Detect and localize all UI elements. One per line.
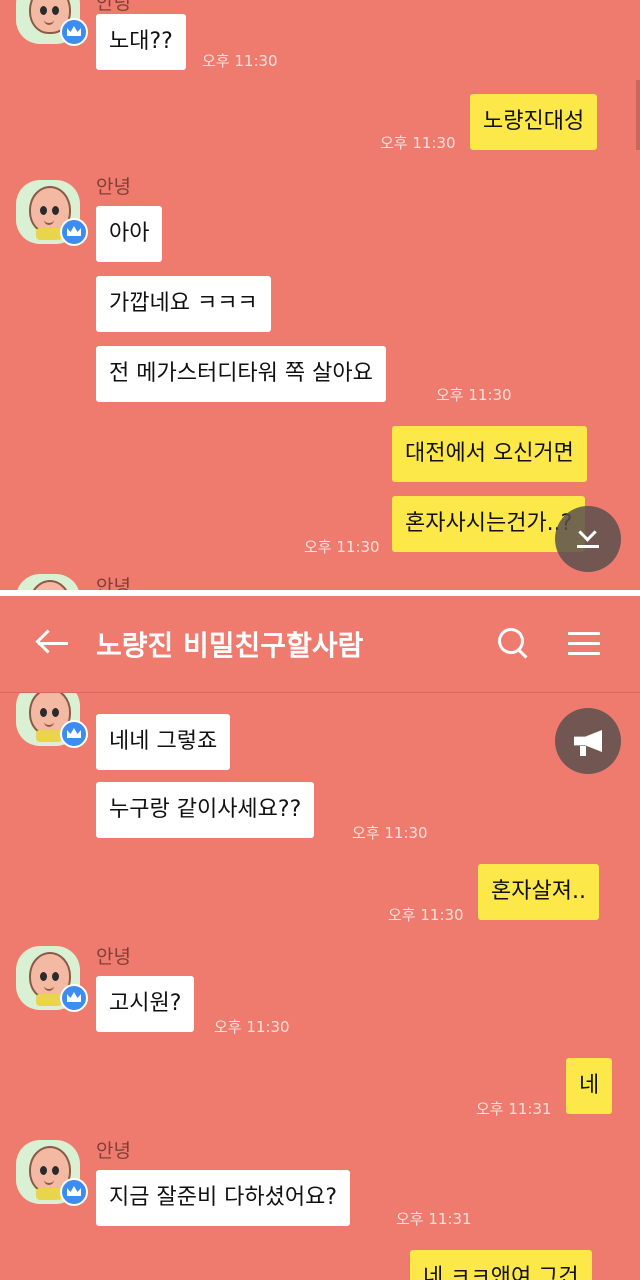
message-outgoing[interactable]: 네 xyxy=(566,1058,613,1114)
chat-screen-bottom[interactable]: 노량진 비밀친구할사람 네네 그렇죠 누구랑 같이사세요?? 오후 11:30 … xyxy=(0,596,640,1280)
message-incoming[interactable]: 노대?? xyxy=(96,14,186,70)
partner-avatar[interactable] xyxy=(16,180,88,246)
search-icon[interactable] xyxy=(496,626,532,662)
message-incoming[interactable]: 고시원? xyxy=(96,976,195,1032)
message-time: 오후 11:31 xyxy=(396,1210,472,1228)
notice-button[interactable] xyxy=(555,708,621,774)
crown-badge-icon xyxy=(60,1178,88,1206)
message-time: 오후 11:31 xyxy=(476,1100,552,1118)
message-outgoing[interactable]: 노량진대성 xyxy=(470,94,598,150)
sender-name: 안녕 xyxy=(96,176,131,198)
message-incoming[interactable]: 가깝네요 ㅋㅋㅋ xyxy=(96,276,271,332)
chat-screen-top[interactable]: 안녕 노대?? 오후 11:30 노량진대성 오후 11:30 안녕 아아 가깝… xyxy=(0,0,640,590)
chat-room-title: 노량진 비밀친구할사람 xyxy=(96,629,364,662)
message-time: 오후 11:30 xyxy=(388,906,464,924)
scroll-indicator xyxy=(636,80,640,150)
crown-badge-icon xyxy=(60,720,88,748)
sender-name: 안녕 xyxy=(96,576,131,590)
message-incoming[interactable]: 아아 xyxy=(96,206,163,262)
scroll-down-icon xyxy=(577,526,599,548)
message-outgoing[interactable]: 네 ㅋㅋ앤여 그건 xyxy=(410,1250,592,1280)
message-outgoing[interactable]: 혼자살져.. xyxy=(478,864,599,920)
message-incoming[interactable]: 전 메가스터디타워 쪽 살아요 xyxy=(96,346,386,402)
sender-name: 안녕 xyxy=(96,946,131,968)
message-incoming[interactable]: 지금 잘준비 다하셨어요? xyxy=(96,1170,351,1226)
message-time: 오후 11:30 xyxy=(214,1018,290,1036)
message-incoming[interactable]: 누구랑 같이사세요?? xyxy=(96,782,315,838)
chat-header: 노량진 비밀친구할사람 xyxy=(0,596,640,693)
scroll-to-bottom-button[interactable] xyxy=(555,506,621,572)
message-incoming[interactable]: 네네 그렇죠 xyxy=(96,714,231,770)
partner-avatar[interactable] xyxy=(16,0,88,46)
megaphone-icon xyxy=(574,730,602,752)
partner-avatar[interactable] xyxy=(16,1140,88,1206)
message-time: 오후 11:30 xyxy=(352,824,428,842)
partner-avatar[interactable] xyxy=(16,574,80,590)
message-time: 오후 11:30 xyxy=(436,386,512,404)
message-time: 오후 11:30 xyxy=(202,52,278,70)
message-outgoing[interactable]: 대전에서 오신거면 xyxy=(392,426,587,482)
crown-badge-icon xyxy=(60,18,88,46)
back-button[interactable] xyxy=(34,624,74,664)
sender-name: 안녕 xyxy=(96,0,131,14)
message-time: 오후 11:30 xyxy=(380,134,456,152)
partner-avatar[interactable] xyxy=(16,946,88,1012)
sender-name: 안녕 xyxy=(96,1140,131,1162)
avatar-face-icon xyxy=(29,580,71,590)
message-time: 오후 11:30 xyxy=(304,538,380,556)
hamburger-menu-icon[interactable] xyxy=(568,630,602,658)
crown-badge-icon xyxy=(60,984,88,1012)
crown-badge-icon xyxy=(60,218,88,246)
